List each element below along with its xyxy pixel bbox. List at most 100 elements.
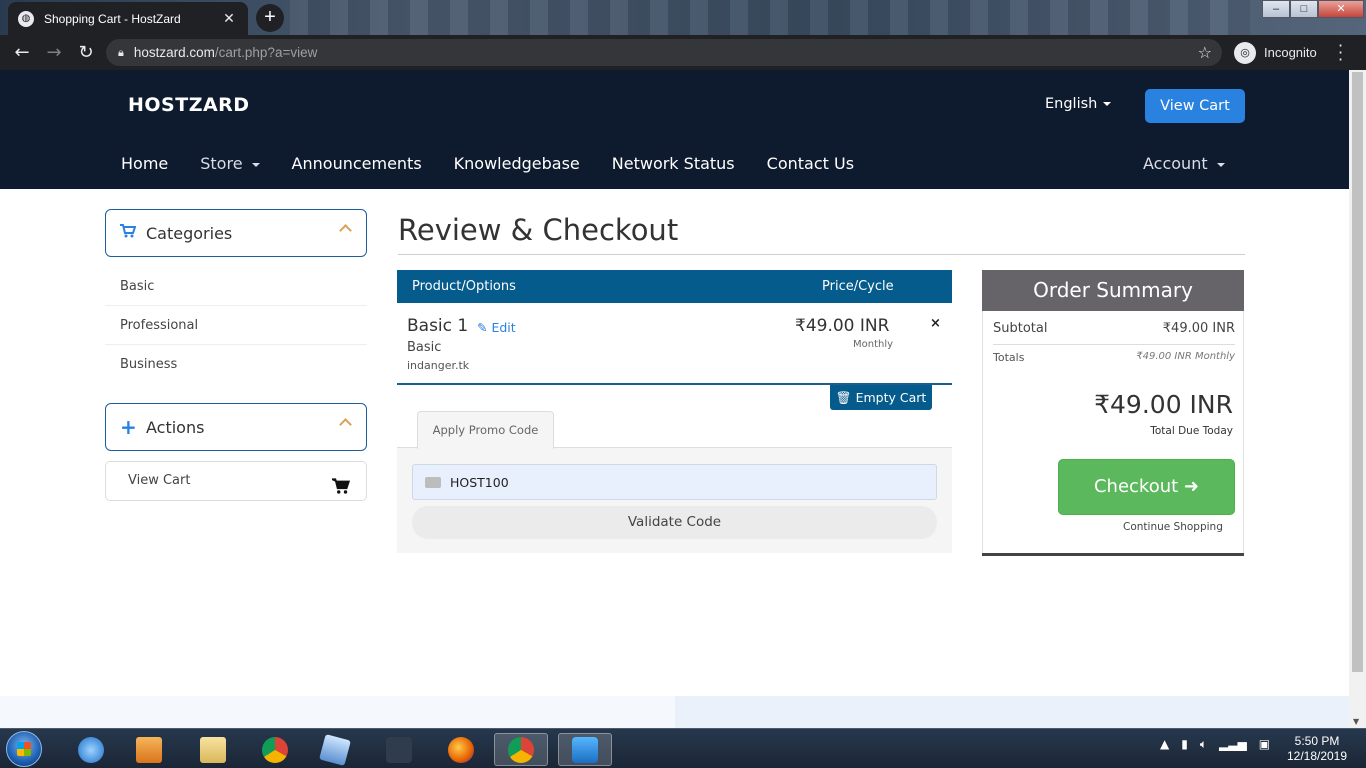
language-label: English [1045, 96, 1098, 112]
header-view-cart-button[interactable]: View Cart [1145, 89, 1245, 123]
browser-menu-icon[interactable]: · · · [1338, 38, 1343, 68]
title-divider [398, 254, 1245, 255]
nav-store-label: Store [200, 154, 243, 173]
incognito-icon: ◎ [1234, 41, 1256, 64]
page-viewport: HOSTZARD English View Cart Home Store An… [0, 70, 1349, 728]
browser-tab-strip: ◍ Shopping Cart - HostZard ✕ + – □ ✕ [0, 0, 1366, 35]
caret-down-icon [1103, 102, 1112, 106]
firefox-icon[interactable] [434, 733, 488, 766]
windows-logo-icon [17, 742, 31, 756]
nox-player-icon[interactable] [372, 733, 426, 766]
taskbar-clock[interactable]: 5:50 PM 12/18/2019 [1282, 734, 1352, 764]
scrollbar-thumb[interactable] [1352, 72, 1363, 672]
window-controls: – □ ✕ [1262, 0, 1364, 20]
checkout-button[interactable]: Checkout ➜ [1058, 459, 1235, 515]
product-group: Basic [407, 340, 442, 355]
edit-label: Edit [491, 320, 516, 335]
malwarebytes-icon[interactable] [558, 733, 612, 766]
window-close-button[interactable]: ✕ [1318, 0, 1364, 18]
browser-toolbar: ← → ↻ 🔒︎ hostzard.com/cart.php?a=view ☆ … [0, 35, 1366, 70]
browser-tab[interactable]: ◍ Shopping Cart - HostZard ✕ [8, 2, 248, 35]
taskbar: ▲ ▮ 🔈︎ ▂▃▅ ▣ 5:50 PM 12/18/2019 [0, 728, 1366, 768]
checkout-label: Checkout [1093, 476, 1179, 497]
sidebar-view-cart-label: View Cart [128, 473, 191, 488]
totals-label: Totals [993, 351, 1025, 364]
nav-home[interactable]: Home [105, 154, 184, 173]
incognito-badge[interactable]: ◎ Incognito [1234, 39, 1317, 66]
total-due-amount: ₹49.00 INR [1094, 390, 1233, 419]
file-explorer-icon[interactable] [186, 733, 240, 766]
language-dropdown[interactable]: English [1045, 96, 1112, 112]
categories-panel-header[interactable]: Categories [105, 209, 367, 257]
forward-arrow-icon[interactable]: → [38, 42, 70, 63]
vertical-scrollbar[interactable]: ▼ [1349, 70, 1366, 728]
tab-close-icon[interactable]: ✕ [220, 11, 238, 27]
actions-panel-header[interactable]: + Actions [105, 403, 367, 451]
product-domain: indanger.tk [407, 359, 470, 372]
totals-row: Totals ₹49.00 INR Monthly [993, 351, 1235, 364]
tab-apply-promo-code[interactable]: Apply Promo Code [417, 411, 554, 449]
product-name: Basic 1 [407, 316, 469, 336]
bookmark-star-icon[interactable]: ☆ [1198, 43, 1212, 62]
promo-code-field[interactable] [412, 464, 937, 500]
system-tray: ▲ ▮ 🔈︎ ▂▃▅ ▣ [1160, 737, 1270, 752]
promo-code-input[interactable] [450, 474, 930, 490]
nav-contact-us[interactable]: Contact Us [751, 154, 870, 173]
edit-link[interactable]: ✎ Edit [477, 320, 516, 335]
site-header: HOSTZARD English View Cart Home Store An… [0, 70, 1349, 189]
actions-title: Actions [146, 417, 205, 437]
footer-band [0, 696, 1349, 728]
empty-cart-button[interactable]: 🗑︎ Empty Cart [830, 385, 932, 410]
clock-date: 12/18/2019 [1286, 749, 1348, 763]
battery-icon[interactable]: ▮ [1181, 737, 1188, 752]
signal-icon[interactable]: ▂▃▅ [1219, 737, 1247, 752]
chrome-active-icon[interactable] [494, 733, 548, 766]
category-business[interactable]: Business [105, 345, 367, 384]
trash-icon: 🗑︎ [835, 390, 852, 405]
nav-announcements[interactable]: Announcements [276, 154, 438, 173]
categories-title: Categories [146, 223, 233, 243]
remove-item-icon[interactable]: × [930, 316, 941, 331]
new-tab-button[interactable]: + [256, 4, 284, 32]
continue-shopping-link[interactable]: Continue Shopping [1123, 521, 1223, 533]
totals-value: ₹49.00 INR Monthly [1136, 351, 1235, 362]
plus-icon: + [120, 415, 137, 439]
maximize-button[interactable]: □ [1290, 0, 1318, 18]
sidebar-view-cart[interactable]: View Cart [105, 461, 367, 501]
pencil-icon: ✎ [477, 320, 488, 335]
notepad-icon[interactable] [308, 733, 362, 766]
validate-code-button[interactable]: Validate Code [412, 506, 937, 539]
category-basic[interactable]: Basic [105, 267, 367, 306]
reload-icon[interactable]: ↻ [70, 42, 102, 63]
media-player-icon[interactable] [122, 733, 176, 766]
volume-icon[interactable]: 🔈︎ [1200, 737, 1207, 752]
back-arrow-icon[interactable]: ← [6, 42, 38, 63]
chevron-up-icon[interactable] [339, 418, 352, 433]
product-cycle: Monthly [853, 339, 894, 350]
scroll-down-icon[interactable]: ▼ [1353, 717, 1359, 726]
lock-icon: 🔒︎ [118, 45, 124, 59]
product-price: ₹49.00 INR [795, 316, 890, 336]
chrome-icon[interactable] [248, 733, 302, 766]
account-label: Account [1143, 154, 1208, 173]
account-dropdown[interactable]: Account [1143, 154, 1225, 173]
tray-expand-icon[interactable]: ▲ [1160, 737, 1169, 752]
caret-down-icon [1216, 162, 1225, 167]
chevron-up-icon[interactable] [339, 224, 352, 239]
internet-explorer-icon[interactable] [64, 733, 118, 766]
minimize-button[interactable]: – [1262, 0, 1290, 18]
tabstrip-background [290, 0, 1250, 35]
tab-title: Shopping Cart - HostZard [44, 11, 181, 26]
site-logo[interactable]: HOSTZARD [128, 94, 250, 116]
network-icon[interactable]: ▣ [1259, 737, 1270, 752]
cart-icon [331, 472, 351, 510]
nav-store[interactable]: Store [184, 154, 275, 173]
ticket-icon [425, 476, 441, 488]
nav-network-status[interactable]: Network Status [596, 154, 751, 173]
start-button[interactable] [6, 731, 42, 767]
cart-table-header: Product/Options Price/Cycle [397, 270, 952, 303]
main-nav: Home Store Announcements Knowledgebase N… [105, 154, 870, 173]
nav-knowledgebase[interactable]: Knowledgebase [438, 154, 596, 173]
category-professional[interactable]: Professional [105, 306, 367, 345]
address-bar[interactable]: 🔒︎ hostzard.com/cart.php?a=view ☆ [106, 39, 1222, 66]
